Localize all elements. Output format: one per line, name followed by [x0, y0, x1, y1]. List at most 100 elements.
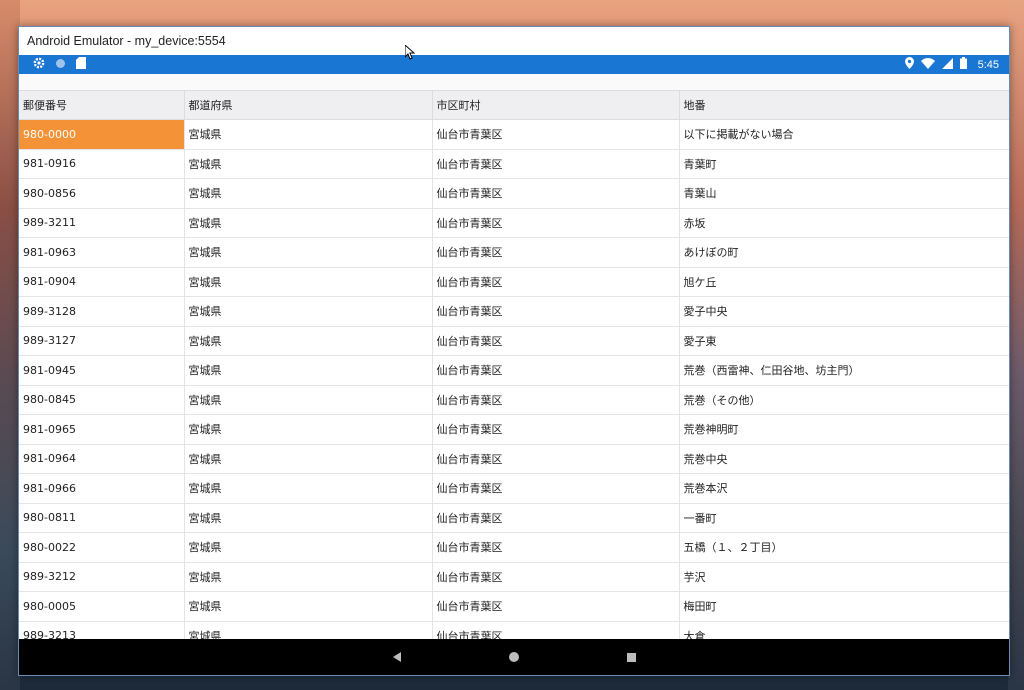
table-row[interactable]: 981-0904 宮城県 仙台市青葉区 旭ケ丘 — [19, 267, 1009, 297]
prefecture-cell[interactable]: 宮城県 — [184, 355, 433, 386]
address-cell[interactable]: 一番町 — [679, 503, 1009, 533]
table-row[interactable]: 980-0845 宮城県 仙台市青葉区 荒巻（その他） — [19, 385, 1009, 415]
address-cell[interactable]: 芋沢 — [679, 562, 1009, 592]
prefecture-cell[interactable]: 宮城県 — [184, 326, 433, 356]
prefecture-cell[interactable]: 宮城県 — [184, 385, 433, 415]
address-cell[interactable]: 愛子中央 — [679, 296, 1009, 327]
postal-code-cell[interactable]: 980-0845 — [19, 385, 185, 415]
table-row[interactable]: 980-0811 宮城県 仙台市青葉区 一番町 — [19, 503, 1009, 533]
table-row[interactable]: 980-0022 宮城県 仙台市青葉区 五橋（１、２丁目） — [19, 532, 1009, 563]
window-titlebar[interactable]: Android Emulator - my_device:5554 — [19, 27, 1009, 55]
prefecture-cell[interactable]: 宮城県 — [184, 562, 433, 592]
city-cell[interactable]: 仙台市青葉区 — [432, 296, 680, 327]
postal-code-cell[interactable]: 981-0966 — [19, 473, 185, 504]
table-row[interactable]: 980-0005 宮城県 仙台市青葉区 梅田町 — [19, 591, 1009, 622]
address-cell[interactable]: 荒巻（その他） — [679, 385, 1009, 415]
address-cell[interactable]: 赤坂 — [679, 208, 1009, 238]
prefecture-cell[interactable]: 宮城県 — [184, 237, 433, 268]
table-row[interactable]: 980-0856 宮城県 仙台市青葉区 青葉山 — [19, 178, 1009, 209]
prefecture-cell[interactable]: 宮城県 — [184, 178, 433, 209]
prefecture-cell[interactable]: 宮城県 — [184, 208, 433, 238]
postal-code-cell[interactable]: 980-0811 — [19, 503, 185, 533]
address-cell[interactable]: あけぼの町 — [679, 237, 1009, 268]
table-row[interactable]: 989-3127 宮城県 仙台市青葉区 愛子東 — [19, 326, 1009, 356]
table-row[interactable]: 989-3212 宮城県 仙台市青葉区 芋沢 — [19, 562, 1009, 592]
prefecture-cell[interactable]: 宮城県 — [184, 414, 433, 445]
address-cell[interactable]: 旭ケ丘 — [679, 267, 1009, 297]
city-cell[interactable]: 仙台市青葉区 — [432, 562, 680, 592]
prefecture-cell[interactable]: 宮城県 — [184, 149, 433, 179]
city-cell[interactable]: 仙台市青葉区 — [432, 532, 680, 563]
address-cell[interactable]: 荒巻中央 — [679, 444, 1009, 474]
prefecture-cell[interactable]: 宮城県 — [184, 473, 433, 504]
city-cell[interactable]: 仙台市青葉区 — [432, 237, 680, 268]
postal-code-cell[interactable]: 980-0856 — [19, 178, 185, 209]
postal-code-cell[interactable]: 989-3211 — [19, 208, 185, 238]
city-cell[interactable]: 仙台市青葉区 — [432, 473, 680, 504]
city-cell[interactable]: 仙台市青葉区 — [432, 326, 680, 356]
postal-code-cell[interactable]: 981-0904 — [19, 267, 185, 297]
table-row[interactable]: 981-0965 宮城県 仙台市青葉区 荒巻神明町 — [19, 414, 1009, 445]
table-row[interactable]: 989-3211 宮城県 仙台市青葉区 赤坂 — [19, 208, 1009, 238]
city-cell[interactable]: 仙台市青葉区 — [432, 385, 680, 415]
address-cell[interactable]: 梅田町 — [679, 591, 1009, 622]
postal-code-cell[interactable]: 980-0005 — [19, 591, 185, 622]
postal-code-table: 郵便番号 都道府県 市区町村 地番 980-0000 宮城県 仙台市青葉区 以下に掲載… — [19, 90, 1009, 651]
table-row[interactable]: 981-0966 宮城県 仙台市青葉区 荒巻本沢 — [19, 473, 1009, 504]
postal-code-cell[interactable]: 981-0945 — [19, 355, 185, 386]
prefecture-cell[interactable]: 宮城県 — [184, 267, 433, 297]
prefecture-cell[interactable]: 宮城県 — [184, 591, 433, 622]
column-header-prefecture[interactable]: 都道府県 — [184, 90, 433, 120]
city-cell[interactable]: 仙台市青葉区 — [432, 208, 680, 238]
address-cell[interactable]: 青葉山 — [679, 178, 1009, 209]
city-cell[interactable]: 仙台市青葉区 — [432, 149, 680, 179]
circle-icon — [55, 58, 66, 72]
back-icon[interactable] — [392, 652, 401, 662]
address-cell[interactable]: 荒巻神明町 — [679, 414, 1009, 445]
prefecture-cell[interactable]: 宮城県 — [184, 444, 433, 474]
postal-code-cell[interactable]: 981-0965 — [19, 414, 185, 445]
postal-code-cell[interactable]: 980-0022 — [19, 532, 185, 563]
table-row[interactable]: 981-0916 宮城県 仙台市青葉区 青葉町 — [19, 149, 1009, 179]
postal-code-cell[interactable]: 981-0964 — [19, 444, 185, 474]
table-row[interactable]: 981-0963 宮城県 仙台市青葉区 あけぼの町 — [19, 237, 1009, 268]
column-header-address[interactable]: 地番 — [679, 90, 1009, 120]
postal-code-cell[interactable]: 989-3127 — [19, 326, 185, 356]
prefecture-cell[interactable]: 宮城県 — [184, 296, 433, 327]
city-cell[interactable]: 仙台市青葉区 — [432, 178, 680, 209]
city-cell[interactable]: 仙台市青葉区 — [432, 414, 680, 445]
location-icon — [904, 57, 914, 72]
emulator-window: Android Emulator - my_device:5554 5:45 郵… — [18, 26, 1010, 676]
city-cell[interactable]: 仙台市青葉区 — [432, 355, 680, 386]
wifi-icon — [920, 57, 935, 72]
postal-code-cell[interactable]: 981-0963 — [19, 237, 185, 268]
address-cell[interactable]: 荒巻（西雷神、仁田谷地、坊主門） — [679, 355, 1009, 386]
recents-icon[interactable] — [626, 652, 636, 662]
address-cell[interactable]: 青葉町 — [679, 149, 1009, 179]
table-row[interactable]: 989-3128 宮城県 仙台市青葉区 愛子中央 — [19, 296, 1009, 327]
address-cell[interactable]: 荒巻本沢 — [679, 473, 1009, 504]
prefecture-cell[interactable]: 宮城県 — [184, 119, 433, 150]
column-header-postal-code[interactable]: 郵便番号 — [19, 90, 185, 120]
prefecture-cell[interactable]: 宮城県 — [184, 503, 433, 533]
city-cell[interactable]: 仙台市青葉区 — [432, 444, 680, 474]
postal-code-cell[interactable]: 989-3212 — [19, 562, 185, 592]
city-cell[interactable]: 仙台市青葉区 — [432, 503, 680, 533]
table-row[interactable]: 981-0945 宮城県 仙台市青葉区 荒巻（西雷神、仁田谷地、坊主門） — [19, 355, 1009, 386]
city-cell[interactable]: 仙台市青葉区 — [432, 119, 680, 150]
postal-code-cell[interactable]: 989-3128 — [19, 296, 185, 327]
table-row[interactable]: 980-0000 宮城県 仙台市青葉区 以下に掲載がない場合 — [19, 119, 1009, 150]
home-icon[interactable] — [508, 652, 519, 662]
table-row[interactable]: 981-0964 宮城県 仙台市青葉区 荒巻中央 — [19, 444, 1009, 474]
android-status-bar: 5:45 — [19, 55, 1009, 74]
address-cell[interactable]: 五橋（１、２丁目） — [679, 532, 1009, 563]
city-cell[interactable]: 仙台市青葉区 — [432, 591, 680, 622]
city-cell[interactable]: 仙台市青葉区 — [432, 267, 680, 297]
battery-icon — [959, 57, 967, 72]
column-header-city[interactable]: 市区町村 — [432, 90, 680, 120]
address-cell[interactable]: 以下に掲載がない場合 — [679, 119, 1009, 150]
prefecture-cell[interactable]: 宮城県 — [184, 532, 433, 563]
postal-code-cell[interactable]: 981-0916 — [19, 149, 185, 179]
address-cell[interactable]: 愛子東 — [679, 326, 1009, 356]
postal-code-cell[interactable]: 980-0000 — [19, 119, 185, 150]
